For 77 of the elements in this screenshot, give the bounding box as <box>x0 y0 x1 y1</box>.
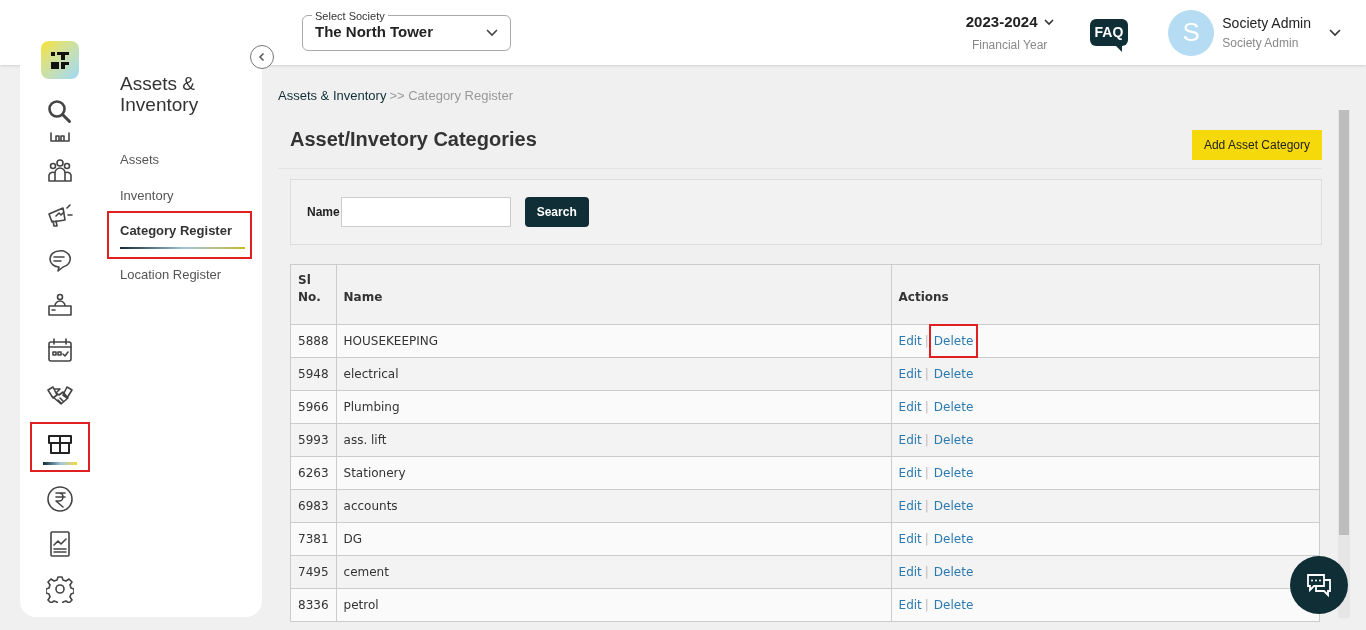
edit-link[interactable]: Edit <box>898 595 922 614</box>
submenu-item[interactable]: Category Register <box>107 211 252 259</box>
year-select[interactable]: 2023-2024 <box>965 10 1054 34</box>
section-title: Assets & Inventory <box>120 73 200 115</box>
delete-link[interactable]: Delete <box>928 554 979 589</box>
separator: | <box>924 530 929 548</box>
year-caption: Financial Year <box>971 37 1048 55</box>
rupee-icon[interactable] <box>46 484 74 513</box>
delete-link[interactable]: Delete <box>928 422 979 457</box>
delete-link[interactable]: Delete <box>928 587 979 622</box>
search-icon[interactable] <box>46 97 74 126</box>
people-icon[interactable] <box>46 156 74 185</box>
logo-icon <box>41 41 79 79</box>
user-role: Society Admin <box>1222 35 1300 52</box>
chevron-left-icon <box>257 52 267 62</box>
table-cell: accounts <box>336 489 892 522</box>
table-cell: Plumbing <box>336 390 892 423</box>
edit-link[interactable]: Edit <box>898 331 922 350</box>
megaphone-icon[interactable] <box>46 201 74 230</box>
column-header: Name <box>336 264 892 324</box>
table-cell: HOUSEKEEPING <box>336 324 892 357</box>
table-cell: electrical <box>336 357 892 390</box>
delete-link[interactable]: Delete <box>928 389 979 424</box>
table-cell: 6983 <box>290 489 337 522</box>
user-name: Society Admin <box>1222 14 1311 33</box>
separator: | <box>924 563 929 581</box>
edit-link[interactable]: Edit <box>898 562 922 581</box>
field-label: Name <box>307 203 340 221</box>
edit-link[interactable]: Edit <box>898 397 922 416</box>
chevron-down-icon <box>486 28 498 37</box>
scrollbar[interactable] <box>1338 110 1350 618</box>
table-cell: 7495 <box>290 555 337 588</box>
page-title: Asset/Invetory Categories <box>290 126 537 152</box>
table-cell: 5966 <box>290 390 337 423</box>
table-cell: ass. lift <box>336 423 892 456</box>
separator: | <box>924 431 929 449</box>
chevron-down-icon <box>1043 18 1054 26</box>
chat-icon <box>1305 572 1333 598</box>
separator: | <box>924 398 929 416</box>
table-cell: petrol <box>336 588 892 621</box>
table-cell: DG <box>336 522 892 555</box>
edit-link[interactable]: Edit <box>898 496 922 515</box>
table-cell: 5948 <box>290 357 337 390</box>
delete-link[interactable]: Delete <box>928 488 979 523</box>
chevron-down-icon[interactable] <box>1329 28 1341 37</box>
name-input[interactable] <box>340 196 511 227</box>
edit-link[interactable]: Edit <box>898 430 922 449</box>
table-cell: 5993 <box>290 423 337 456</box>
table-cell: 8336 <box>290 588 337 621</box>
edit-link[interactable]: Edit <box>898 463 922 482</box>
rail-item[interactable] <box>30 422 90 472</box>
add-category-button[interactable]: Add Asset Category <box>1191 129 1322 160</box>
calendar-icon[interactable] <box>46 336 74 365</box>
column-header: Actions <box>891 264 1320 324</box>
delete-link[interactable]: Delete <box>928 521 979 556</box>
table-cell: 7381 <box>290 522 337 555</box>
edit-link[interactable]: Edit <box>898 364 922 383</box>
table-cell: 6263 <box>290 456 337 489</box>
separator: | <box>924 497 929 515</box>
delete-link[interactable]: Delete <box>928 455 979 490</box>
collapse-button[interactable] <box>250 45 274 69</box>
separator: | <box>924 464 929 482</box>
delete-link[interactable]: Delete <box>928 323 979 358</box>
separator: | <box>924 365 929 383</box>
search-button[interactable]: Search <box>524 196 589 227</box>
separator: | <box>924 332 929 350</box>
society-value: The North Tower <box>315 22 434 43</box>
breadcrumb-link[interactable]: Assets & Inventory <box>278 86 387 106</box>
table-cell: cement <box>336 555 892 588</box>
separator: | <box>924 596 929 614</box>
breadcrumb-current: >> Category Register <box>389 87 513 105</box>
table-cell: Stationery <box>336 456 892 489</box>
column-header: Sl No. <box>290 264 337 324</box>
settings-icon[interactable] <box>46 574 74 603</box>
edit-link[interactable]: Edit <box>898 529 922 548</box>
table-cell: 5888 <box>290 324 337 357</box>
delete-link[interactable]: Delete <box>928 356 979 391</box>
